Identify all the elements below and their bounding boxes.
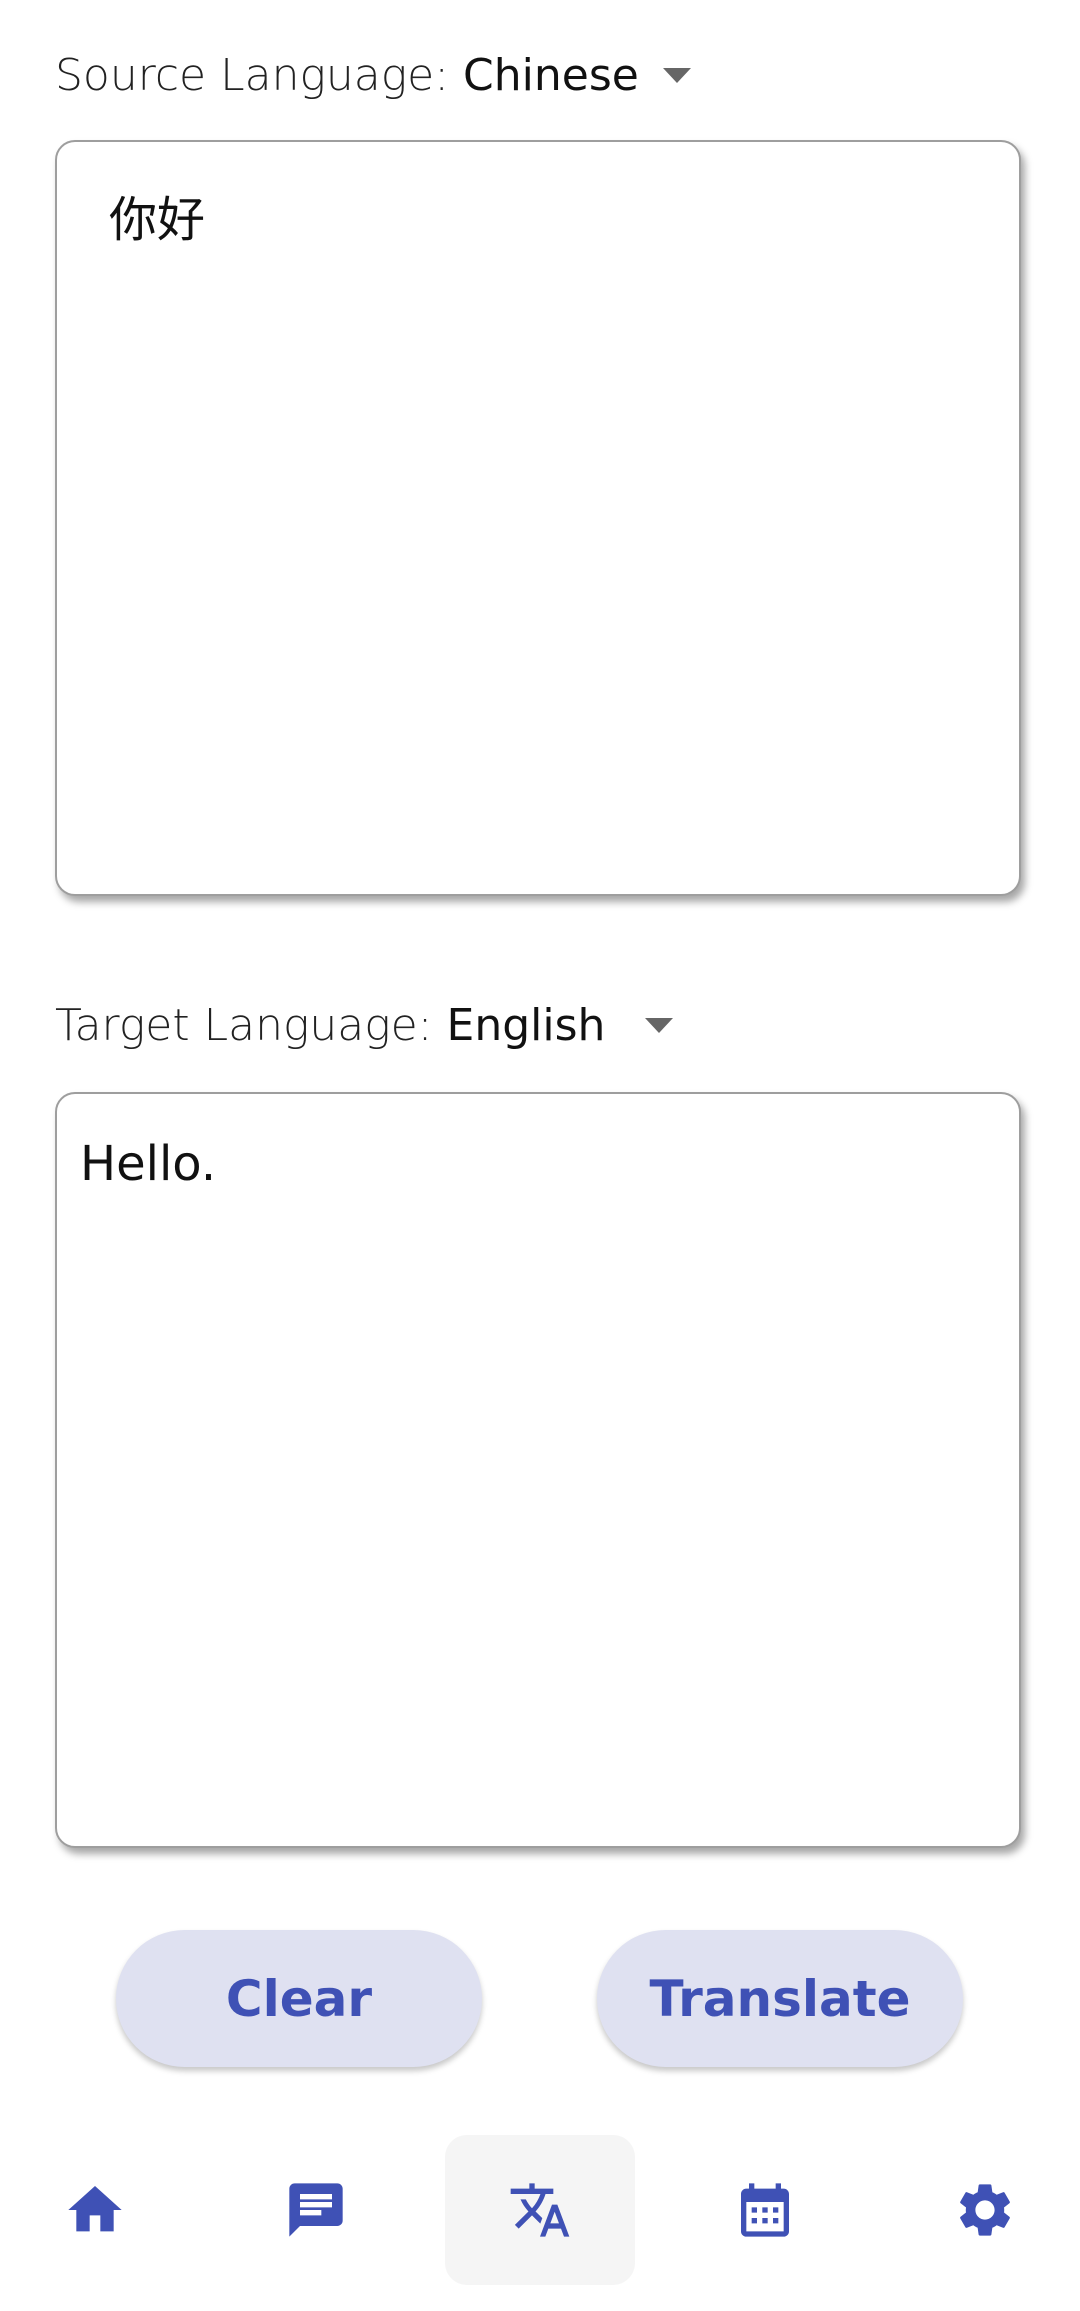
source-text-input[interactable]: 你好	[55, 140, 1021, 896]
calendar-icon	[741, 2183, 789, 2237]
clear-button[interactable]: Clear	[116, 1930, 482, 2067]
source-language-selector[interactable]: Source Language: Chinese	[55, 40, 691, 110]
source-language-value[interactable]: Chinese	[463, 50, 639, 101]
nav-settings[interactable]	[890, 2135, 1080, 2285]
translate-button[interactable]: Translate	[597, 1930, 963, 2067]
target-text-output[interactable]: Hello.	[55, 1092, 1021, 1848]
nav-home[interactable]	[0, 2135, 190, 2285]
home-icon	[68, 2186, 122, 2232]
target-language-selector[interactable]: Target Language: English	[55, 990, 674, 1060]
translate-icon	[510, 2183, 570, 2237]
chat-icon	[289, 2183, 343, 2237]
nav-translate[interactable]	[445, 2135, 635, 2285]
caret-down-icon[interactable]	[662, 67, 691, 83]
bottom-navigation	[0, 2135, 1080, 2295]
source-text-value: 你好	[109, 192, 206, 248]
settings-icon	[960, 2184, 1010, 2236]
target-language-value[interactable]: English	[447, 1000, 606, 1051]
target-language-label: Target Language:	[55, 999, 433, 1051]
caret-down-icon[interactable]	[645, 1017, 674, 1033]
target-text-value: Hello.	[80, 1136, 217, 1192]
source-language-label: Source Language:	[55, 49, 450, 101]
translate-screen: Source Language: Chinese 你好 Target Langu…	[0, 0, 1080, 2311]
nav-chat[interactable]	[221, 2135, 411, 2285]
nav-calendar[interactable]	[670, 2135, 860, 2285]
